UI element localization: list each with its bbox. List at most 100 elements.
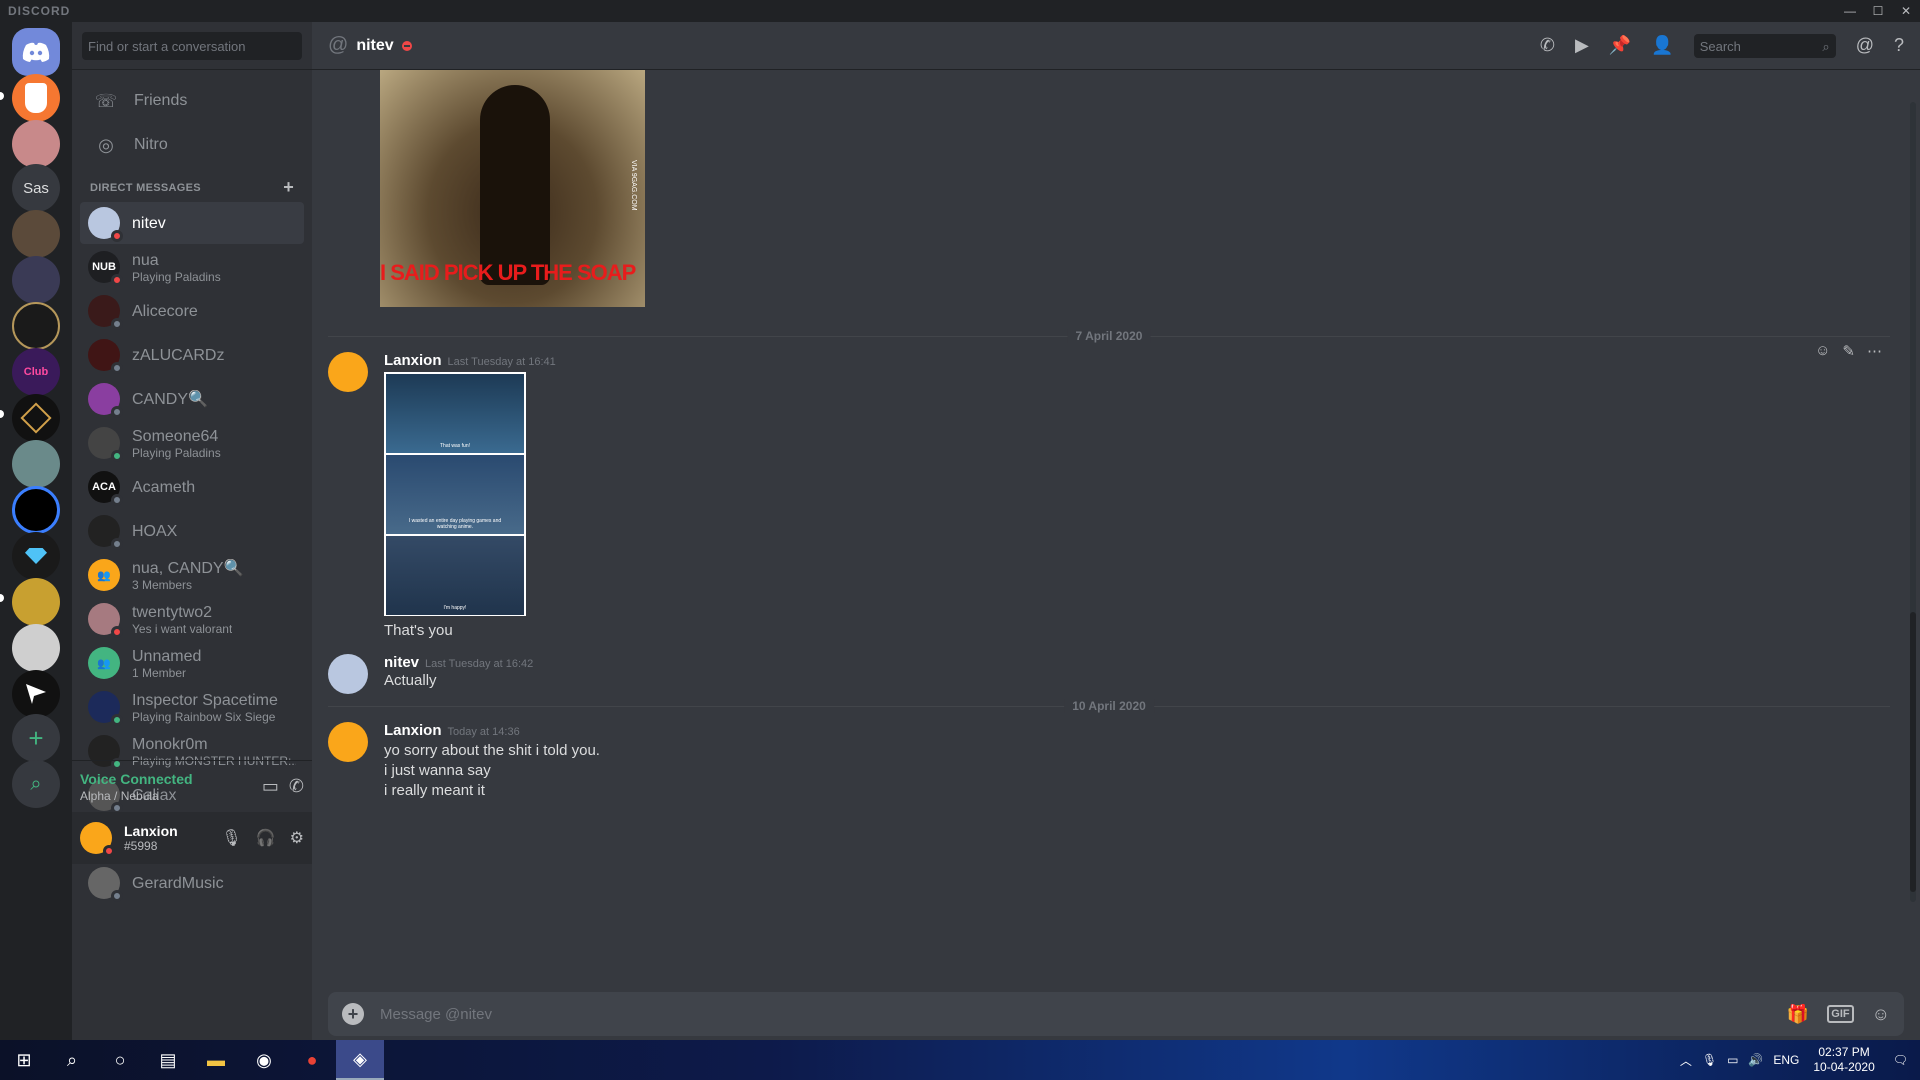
- discord-taskbar-icon[interactable]: ◈: [336, 1040, 384, 1080]
- server-icon[interactable]: [12, 120, 60, 168]
- file-explorer-icon[interactable]: ▬: [192, 1040, 240, 1080]
- avatar[interactable]: [80, 822, 115, 857]
- scrollbar[interactable]: [1910, 102, 1916, 902]
- message-input[interactable]: Message @nitev: [380, 1006, 492, 1023]
- dm-item[interactable]: CANDY🔍: [80, 378, 304, 420]
- dm-item[interactable]: 👥 nua, CANDY🔍 3 Members: [80, 554, 304, 596]
- network-icon[interactable]: ▭: [1727, 1053, 1738, 1067]
- author-name[interactable]: nitev: [384, 654, 419, 671]
- voice-status[interactable]: Voice Connected: [80, 771, 193, 787]
- mentions-icon[interactable]: @: [1856, 35, 1874, 56]
- dm-item[interactable]: nitev: [80, 202, 304, 244]
- add-reaction-icon[interactable]: ☺: [1815, 342, 1830, 360]
- dm-item[interactable]: 👥 Unnamed 1 Member: [80, 642, 304, 684]
- server-icon[interactable]: [12, 440, 60, 488]
- dm-search-input[interactable]: Find or start a conversation: [82, 32, 302, 60]
- server-icon[interactable]: [12, 532, 60, 580]
- comic-attachment[interactable]: That was fun! I wasted an entire day pla…: [384, 372, 526, 616]
- clock[interactable]: 02:37 PM 10-04-2020: [1813, 1045, 1874, 1075]
- search-input[interactable]: Search ⌕: [1693, 33, 1836, 58]
- minimize-button[interactable]: —: [1836, 4, 1864, 18]
- server-icon[interactable]: [12, 670, 60, 718]
- server-icon[interactable]: [12, 394, 60, 442]
- dm-item[interactable]: Exoticaura: [80, 906, 304, 908]
- pin-icon[interactable]: 📌: [1609, 35, 1631, 56]
- message-author[interactable]: Lanxion Last Tuesday at 16:41: [384, 352, 556, 369]
- status-dot: [111, 450, 123, 462]
- notifications-icon[interactable]: 🗨: [1893, 1053, 1908, 1067]
- avatar[interactable]: [328, 654, 368, 694]
- video-icon[interactable]: ▶: [1575, 35, 1589, 56]
- server-icon[interactable]: [12, 624, 60, 672]
- message-author[interactable]: nitev Last Tuesday at 16:42: [384, 654, 533, 671]
- server-icon[interactable]: [12, 302, 60, 350]
- language-indicator[interactable]: ENG: [1773, 1053, 1799, 1067]
- voice-channel[interactable]: Alpha / Nebula: [80, 789, 193, 803]
- server-icon[interactable]: Sas: [12, 164, 60, 212]
- server-icon[interactable]: [12, 74, 60, 122]
- search-icon[interactable]: ⌕: [48, 1040, 96, 1080]
- emoji-icon[interactable]: ☺: [1872, 1004, 1890, 1025]
- message-author[interactable]: Lanxion Today at 14:36: [384, 722, 520, 739]
- upload-button[interactable]: +: [342, 1003, 364, 1025]
- dm-search[interactable]: Find or start a conversation: [72, 22, 312, 70]
- meme-caption: I SAID PICK UP THE SOAP: [380, 260, 636, 285]
- message-timestamp: Last Tuesday at 16:41: [447, 356, 556, 368]
- add-friend-icon[interactable]: 👤: [1651, 35, 1673, 56]
- volume-icon[interactable]: 🔊: [1748, 1053, 1763, 1067]
- nav-friends[interactable]: ☏ Friends: [80, 80, 304, 122]
- screen-share-icon[interactable]: ▭: [262, 776, 279, 797]
- image-attachment[interactable]: VIA 9GAG.COM I SAID PICK UP THE SOAP: [380, 70, 645, 307]
- dm-item[interactable]: twentytwo2 Yes i want valorant: [80, 598, 304, 640]
- server-icon[interactable]: [12, 256, 60, 304]
- disconnect-icon[interactable]: ✆: [289, 776, 304, 797]
- status-dot: [111, 626, 123, 638]
- explore-servers-button[interactable]: ⌕: [12, 760, 60, 808]
- add-server-button[interactable]: +: [12, 714, 60, 762]
- maximize-button[interactable]: ☐: [1864, 4, 1892, 18]
- windows-start-icon[interactable]: ⊞: [0, 1040, 48, 1080]
- more-icon[interactable]: ⋯: [1867, 342, 1882, 360]
- task-view-icon[interactable]: ▤: [144, 1040, 192, 1080]
- dm-item[interactable]: ACA Acameth: [80, 466, 304, 508]
- dm-item[interactable]: Inspector Spacetime Playing Rainbow Six S…: [80, 686, 304, 728]
- gif-button[interactable]: GIF: [1827, 1005, 1854, 1023]
- close-button[interactable]: ✕: [1892, 4, 1920, 18]
- dm-item[interactable]: HOAX: [80, 510, 304, 552]
- message-text: That's you: [384, 622, 453, 639]
- server-icon[interactable]: [12, 486, 60, 534]
- dm-name: GerardMusic: [132, 874, 224, 892]
- avatar[interactable]: [328, 722, 368, 762]
- edit-icon[interactable]: ✎: [1842, 342, 1855, 360]
- chrome-icon[interactable]: ●: [288, 1040, 336, 1080]
- author-name[interactable]: Lanxion: [384, 352, 442, 369]
- steam-icon[interactable]: ◉: [240, 1040, 288, 1080]
- nav-nitro[interactable]: ◎ Nitro: [80, 124, 304, 166]
- tray-chevron-icon[interactable]: ︿: [1680, 1052, 1692, 1069]
- gift-icon[interactable]: 🎁: [1787, 1004, 1809, 1025]
- create-dm-button[interactable]: +: [283, 178, 294, 196]
- dm-item[interactable]: Someone64 Playing Paladins: [80, 422, 304, 464]
- call-icon[interactable]: ✆: [1540, 35, 1555, 56]
- server-icon[interactable]: [12, 578, 60, 626]
- dm-item[interactable]: Alicecore: [80, 290, 304, 332]
- server-icon[interactable]: [12, 210, 60, 258]
- microphone-icon[interactable]: 🎙: [221, 828, 241, 848]
- message-composer[interactable]: + Message @nitev 🎁 GIF ☺: [328, 992, 1904, 1036]
- dm-item[interactable]: GerardMusic: [80, 862, 304, 904]
- home-button[interactable]: [12, 28, 60, 76]
- help-icon[interactable]: ?: [1894, 35, 1904, 56]
- avatar[interactable]: [328, 352, 368, 392]
- unread-pill: [0, 410, 4, 418]
- dm-item[interactable]: NUB nua Playing Paladins: [80, 246, 304, 288]
- nav-friends-label: Friends: [134, 92, 188, 109]
- gear-icon[interactable]: ⚙: [290, 828, 304, 848]
- message-list: VIA 9GAG.COM I SAID PICK UP THE SOAP 7 A…: [312, 70, 1912, 980]
- scrollbar-thumb[interactable]: [1910, 612, 1916, 892]
- dm-item[interactable]: zALUCARDz: [80, 334, 304, 376]
- microphone-tray-icon[interactable]: 🎙: [1702, 1053, 1717, 1067]
- headphones-icon[interactable]: 🎧: [256, 828, 276, 848]
- cortana-icon[interactable]: ○: [96, 1040, 144, 1080]
- author-name[interactable]: Lanxion: [384, 722, 442, 739]
- server-icon[interactable]: Club: [12, 348, 60, 396]
